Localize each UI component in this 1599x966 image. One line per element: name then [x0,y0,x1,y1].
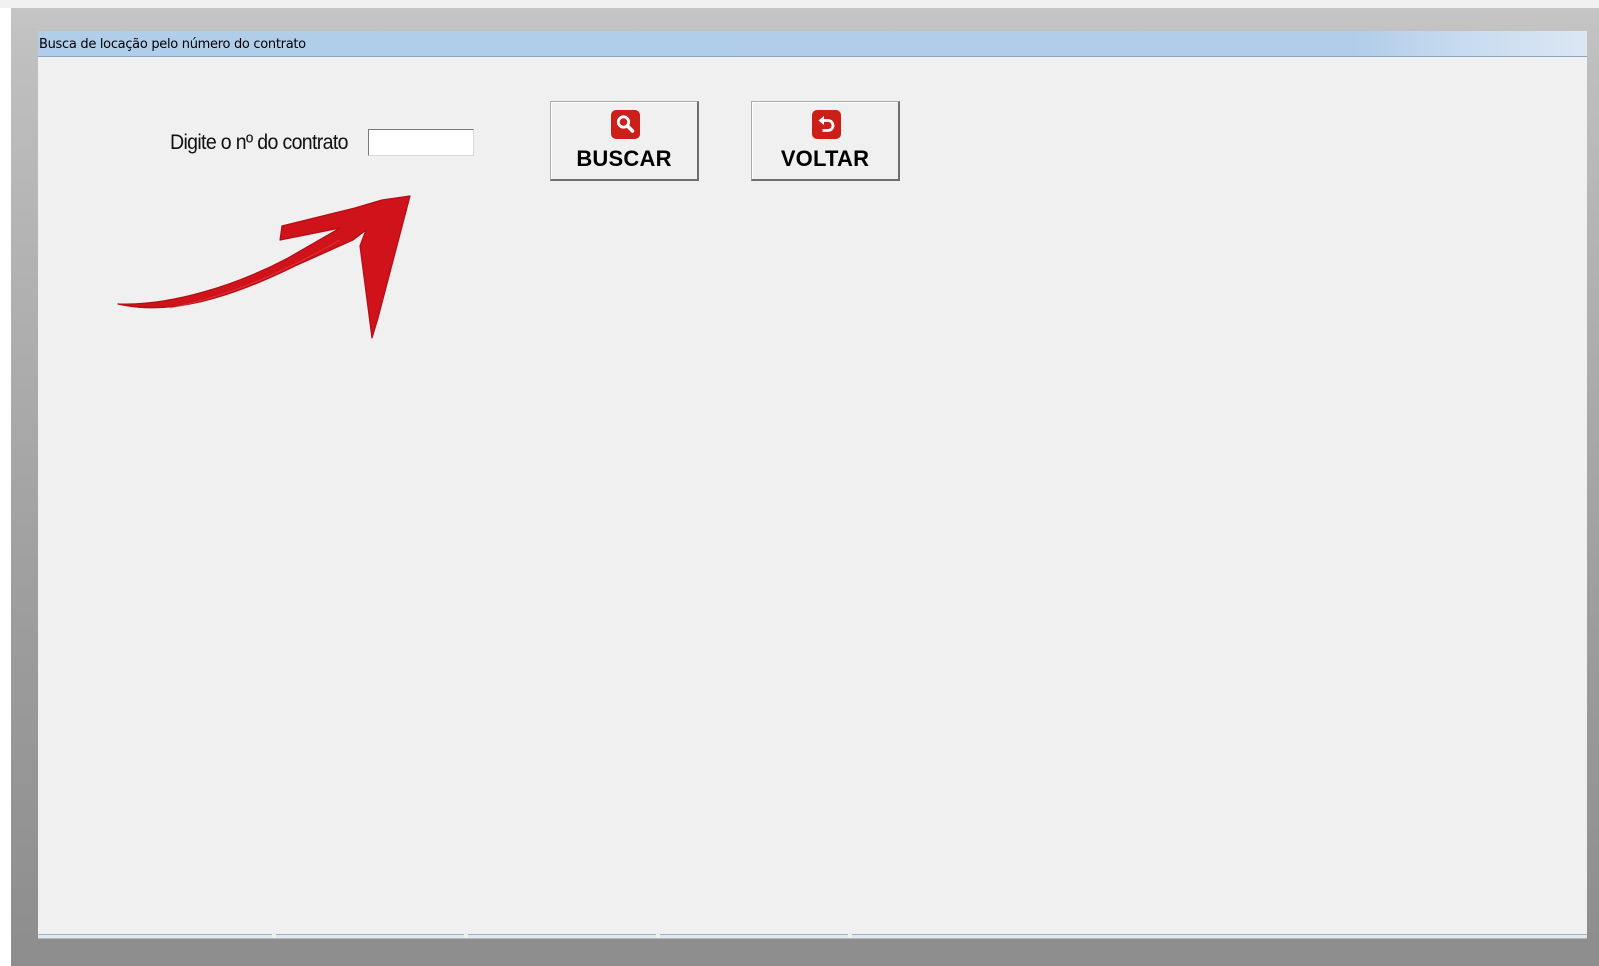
window-title-bar[interactable]: Busca de locação pelo número do contrato [38,31,1587,57]
screen-top-strip [0,0,1599,8]
desktop-frame-left [0,8,11,966]
status-bar [38,934,1587,940]
window-title: Busca de locação pelo número do contrato [39,37,306,52]
back-arrow-icon [812,110,841,139]
search-button[interactable]: BUSCAR [550,101,699,181]
search-button-label: BUSCAR [576,146,672,171]
red-arrow-annotation [117,195,411,339]
status-bar-panel [38,934,272,938]
search-window: Busca de locação pelo número do contrato… [38,31,1587,939]
status-bar-panel [468,934,656,938]
status-bar-panel [660,934,848,938]
back-button-label: VOLTAR [780,146,870,171]
search-icon [611,110,640,139]
back-button[interactable]: VOLTAR [751,101,900,181]
status-bar-panel [276,934,464,938]
contract-number-label: Digite o nº do contrato [170,131,348,154]
contract-number-input[interactable] [368,129,474,156]
status-bar-panel [852,934,1587,938]
